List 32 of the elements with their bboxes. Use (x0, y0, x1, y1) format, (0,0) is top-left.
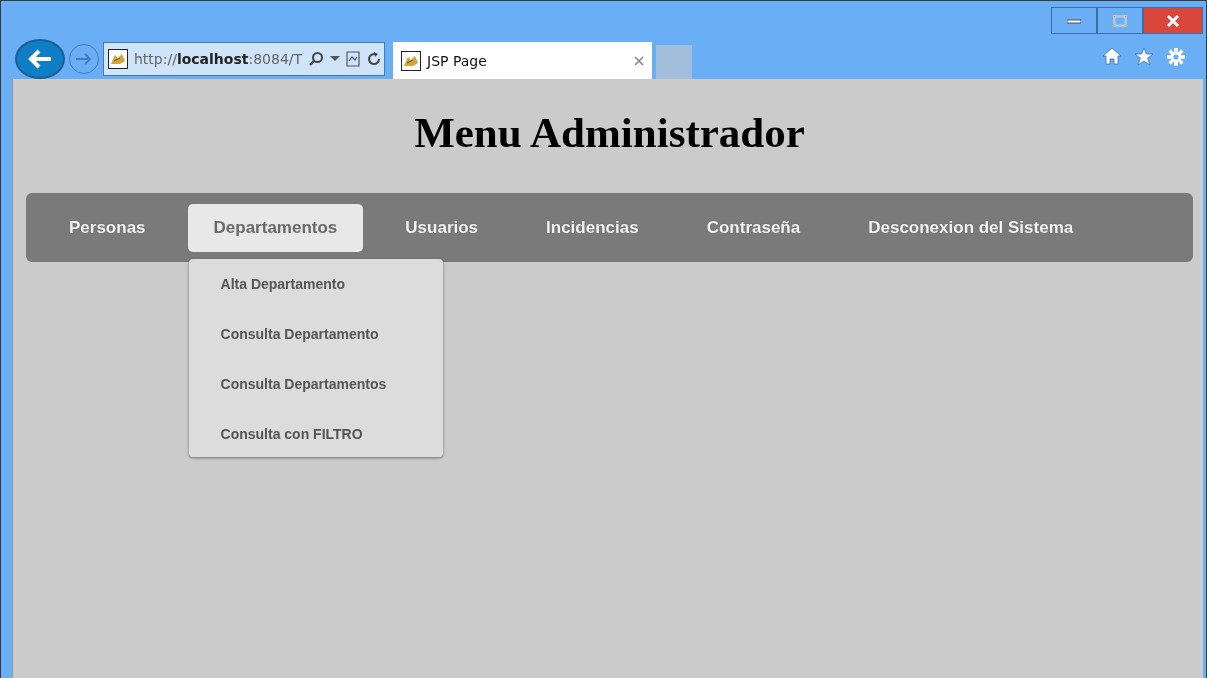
url-text: http://localhost:8084/T (134, 50, 303, 67)
tab-title: JSP Page (427, 52, 488, 69)
compatibility-icon[interactable] (346, 50, 361, 67)
back-button[interactable] (15, 38, 65, 79)
submenu-item[interactable]: Consulta Departamento (188, 317, 443, 351)
maximize-button[interactable] (1097, 7, 1143, 34)
address-bar[interactable]: http://localhost:8084/T (103, 41, 385, 76)
close-icon[interactable] (634, 55, 644, 66)
dropdown-icon[interactable] (330, 55, 341, 62)
menu-item[interactable]: Departamentos (187, 203, 364, 252)
menu-item[interactable]: Contraseña (680, 203, 827, 252)
submenu-item[interactable]: Consulta con FILTRO (188, 417, 443, 451)
menu-item[interactable]: Usuarios (379, 203, 505, 252)
page-heading: Menu Administrador (413, 108, 806, 158)
search-icon[interactable] (308, 50, 325, 67)
maximize-icon (1113, 14, 1127, 27)
close-icon (1166, 14, 1180, 27)
menu-item[interactable]: Personas (43, 203, 172, 252)
close-button[interactable] (1143, 7, 1203, 34)
home-icon[interactable] (1102, 47, 1122, 67)
submenu-item[interactable]: Alta Departamento (188, 267, 443, 301)
submenu-item[interactable]: Consulta Departamentos (188, 367, 443, 401)
back-arrow-icon (27, 47, 53, 70)
minimize-icon (1067, 17, 1081, 24)
refresh-icon[interactable] (366, 50, 383, 67)
browser-tab[interactable]: JSP Page (393, 42, 652, 79)
settings-icon[interactable] (1166, 47, 1186, 67)
menu-item[interactable]: Incidencias (520, 203, 665, 252)
forward-arrow-icon (75, 51, 93, 66)
star-icon[interactable] (1134, 47, 1154, 67)
menu-item[interactable]: Desconexion del Sistema (842, 203, 1100, 252)
minimize-button[interactable] (1051, 7, 1097, 34)
